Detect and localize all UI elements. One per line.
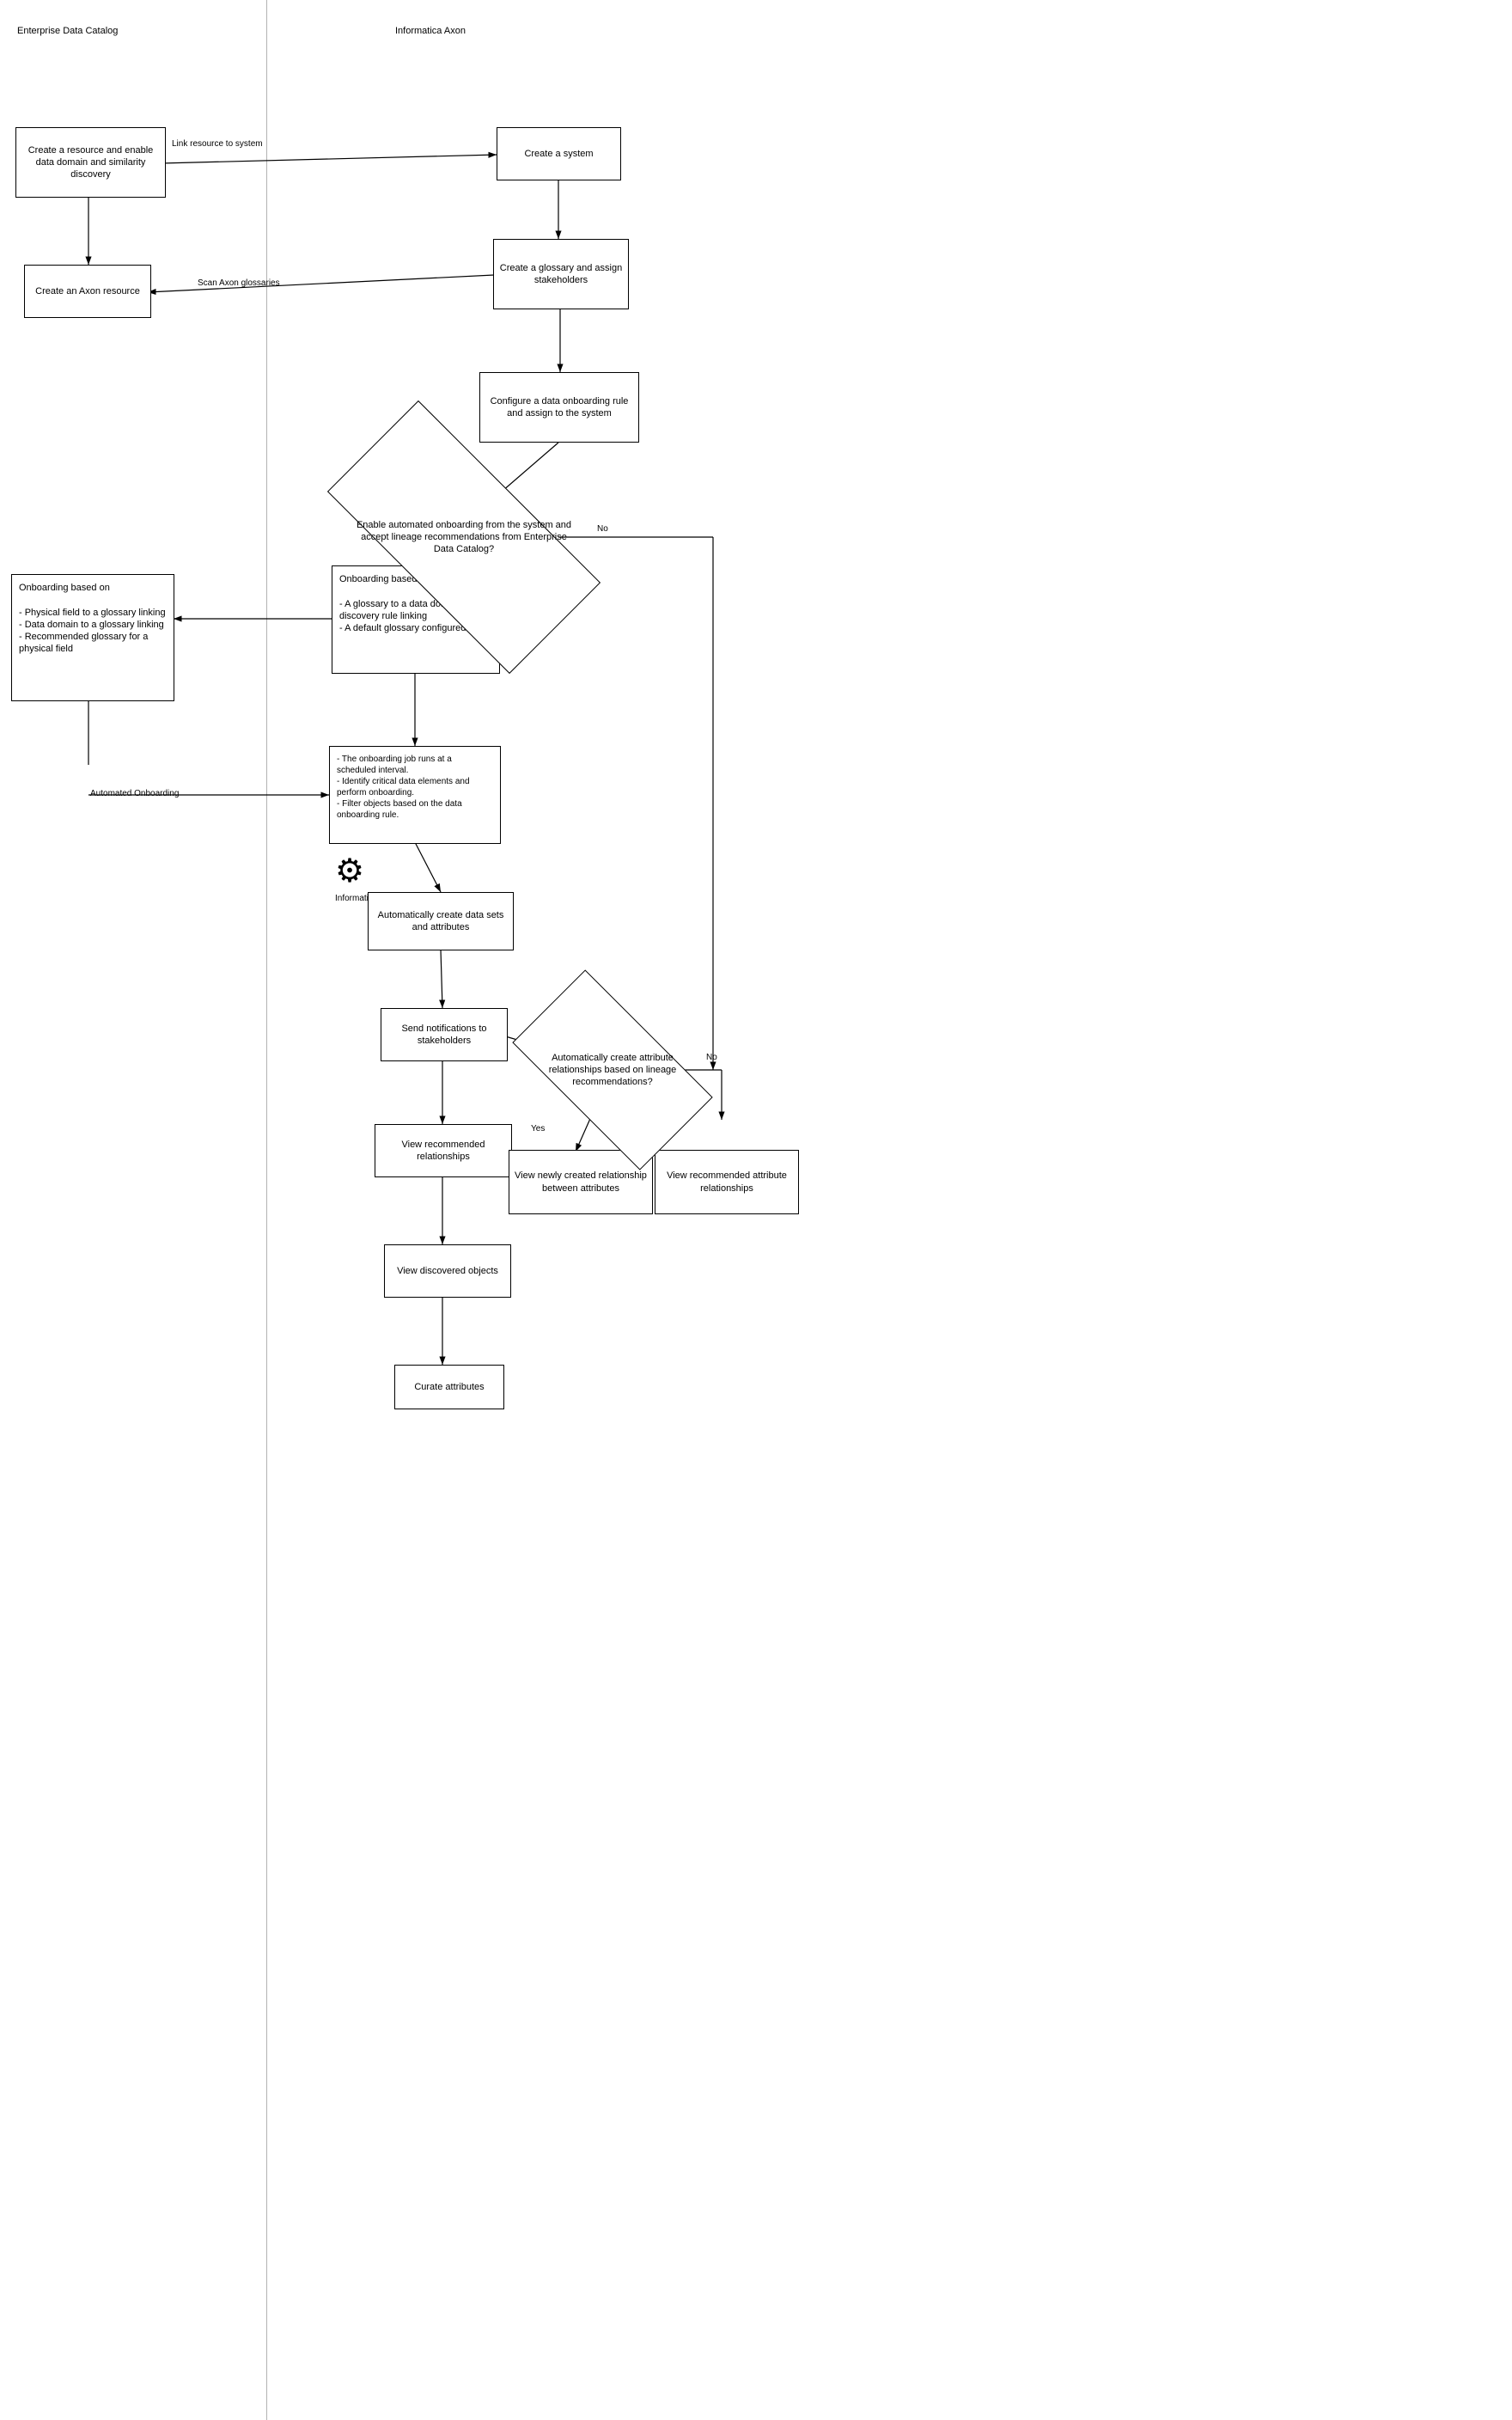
enable-automated-diamond: Enable automated onboarding from the sys… xyxy=(335,473,593,602)
automated-onboarding-label: Automated Onboarding xyxy=(90,789,179,798)
no1-label: No xyxy=(597,524,608,534)
informatica-gear-icon: ⚙ xyxy=(335,855,364,888)
create-glossary-box: Create a glossary and assign stakeholder… xyxy=(493,239,629,309)
center-divider xyxy=(266,0,267,2420)
view-recommended-rel-box: View recommended relationships xyxy=(375,1124,512,1177)
header-axon: Informatica Axon xyxy=(395,26,466,36)
diagram-container: Enterprise Data Catalog Informatica Axon xyxy=(0,0,756,2420)
header-edc: Enterprise Data Catalog xyxy=(17,26,118,36)
yes2-label: Yes xyxy=(531,1124,545,1134)
onboarding-based-left-box: Onboarding based on - Physical field to … xyxy=(11,574,174,701)
auto-create-attr-diamond: Automatically create attribute relations… xyxy=(522,1018,703,1121)
scan-axon-label: Scan Axon glossaries xyxy=(198,278,280,288)
create-system-box: Create a system xyxy=(497,127,621,180)
create-axon-resource-box: Create an Axon resource xyxy=(24,265,151,318)
curate-attributes-box: Curate attributes xyxy=(394,1365,504,1409)
configure-onboarding-box: Configure a data onboarding rule and ass… xyxy=(479,372,639,443)
auto-onboard-info-box: - The onboarding job runs at a scheduled… xyxy=(329,746,501,844)
create-resource-box: Create a resource and enable data domain… xyxy=(15,127,166,198)
auto-create-datasets-box: Automatically create data sets and attri… xyxy=(368,892,514,950)
send-notifications-box: Send notifications to stakeholders xyxy=(381,1008,508,1061)
view-recommended-attr-box: View recommended attribute relationships xyxy=(655,1150,799,1214)
no2-label: No xyxy=(706,1053,717,1062)
link-resource-label: Link resource to system xyxy=(172,139,263,149)
view-discovered-box: View discovered objects xyxy=(384,1244,511,1298)
